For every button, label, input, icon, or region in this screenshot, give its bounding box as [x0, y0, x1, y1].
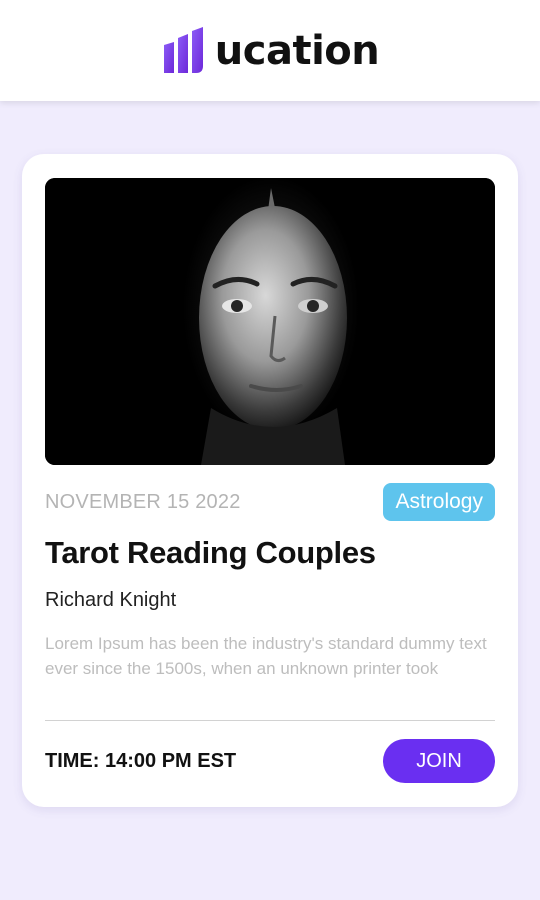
join-button[interactable]: JOIN — [383, 739, 495, 783]
event-author: Richard Knight — [45, 589, 177, 611]
brand-logo[interactable]: ucation — [163, 26, 380, 75]
brand-name: ucation — [214, 27, 380, 74]
event-photo — [45, 178, 495, 465]
category-badge[interactable]: Astrology — [383, 483, 495, 521]
event-date: NOVEMBER 15 2022 — [45, 491, 241, 513]
app-header: ucation — [0, 0, 540, 101]
event-card[interactable]: NOVEMBER 15 2022 Astrology Tarot Reading… — [22, 154, 518, 807]
event-description: Lorem Ipsum has been the industry's stan… — [45, 634, 487, 678]
card-divider — [45, 720, 495, 721]
event-time: TIME: 14:00 PM EST — [45, 750, 237, 772]
event-title: Tarot Reading Couples — [45, 535, 376, 570]
bar-stack-logo-icon — [163, 26, 205, 75]
